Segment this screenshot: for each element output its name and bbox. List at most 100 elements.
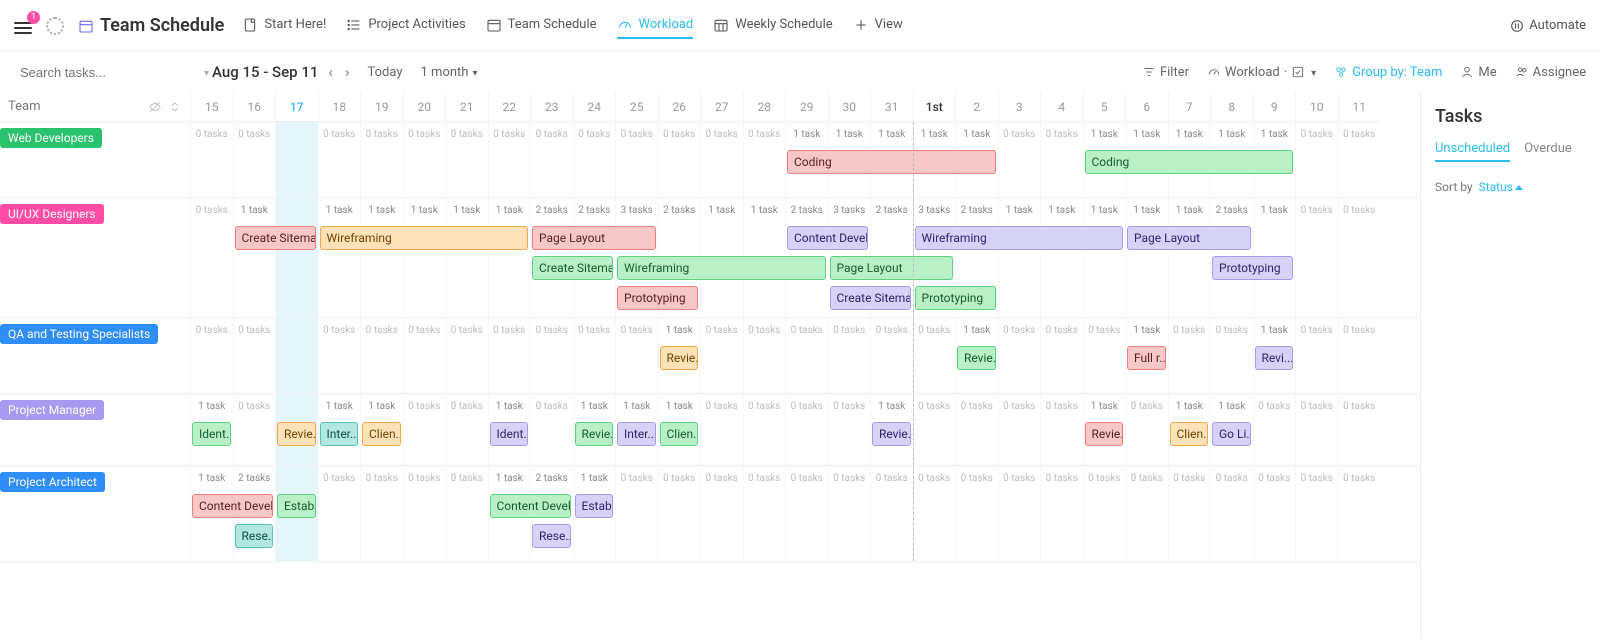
task-bar[interactable]: Revie...: [277, 422, 316, 446]
team-chip[interactable]: UI/UX Designers: [0, 204, 104, 224]
group-by-button[interactable]: Group by: Team: [1334, 65, 1442, 80]
task-bar[interactable]: Wireframing: [617, 256, 826, 280]
task-bar[interactable]: Ident...: [490, 422, 529, 446]
sort-key[interactable]: Status: [1479, 180, 1523, 194]
menu-icon[interactable]: [14, 19, 32, 33]
tab-weekly-schedule[interactable]: Weekly Schedule: [713, 13, 832, 39]
team-chip[interactable]: QA and Testing Specialists: [0, 324, 158, 344]
day-header[interactable]: 24: [573, 92, 616, 122]
day-header[interactable]: 25: [615, 92, 658, 122]
filter-button[interactable]: Filter: [1142, 65, 1189, 80]
panel-tab-unscheduled[interactable]: Unscheduled: [1435, 141, 1510, 162]
task-bar[interactable]: Clien...: [362, 422, 401, 446]
tab-start-here-[interactable]: Start Here!: [242, 13, 326, 39]
day-header[interactable]: 15: [190, 92, 233, 122]
day-header[interactable]: 16: [233, 92, 276, 122]
day-header[interactable]: 9: [1253, 92, 1296, 122]
day-header[interactable]: 26: [658, 92, 701, 122]
task-bar[interactable]: Create Sitemap: [532, 256, 613, 280]
me-button[interactable]: Me: [1460, 65, 1496, 80]
task-bar[interactable]: Rese...: [235, 524, 274, 548]
task-bar[interactable]: Prototyping: [1212, 256, 1293, 280]
day-header[interactable]: 29: [785, 92, 828, 122]
user-icon: [1460, 65, 1474, 79]
task-bar[interactable]: Rese...: [532, 524, 571, 548]
panel-tab-overdue[interactable]: Overdue: [1524, 141, 1572, 162]
count-cell: 0 tasks: [785, 466, 828, 490]
task-bar[interactable]: Go Li...: [1212, 422, 1251, 446]
day-header[interactable]: 21: [445, 92, 488, 122]
team-chip[interactable]: Project Architect: [0, 472, 105, 492]
task-bar[interactable]: Revie...: [660, 346, 699, 370]
search-input[interactable]: [20, 65, 196, 80]
task-bar[interactable]: Wireframing: [320, 226, 529, 250]
task-bar[interactable]: Coding: [1085, 150, 1294, 174]
eye-off-icon[interactable]: [148, 100, 162, 114]
day-header[interactable]: 2: [955, 92, 998, 122]
sort-row[interactable]: Sort by Status: [1435, 180, 1586, 194]
day-header[interactable]: 1st: [913, 92, 956, 122]
task-bar[interactable]: Content Devel...: [490, 494, 571, 518]
task-bar[interactable]: Coding: [787, 150, 996, 174]
day-header[interactable]: 20: [403, 92, 446, 122]
task-bar[interactable]: Full r...: [1127, 346, 1166, 370]
day-header[interactable]: 6: [1125, 92, 1168, 122]
task-bar[interactable]: Prototyping: [915, 286, 996, 310]
day-header[interactable]: 18: [318, 92, 361, 122]
workload-button[interactable]: Workload ·: [1207, 65, 1316, 80]
task-bar[interactable]: Ident...: [192, 422, 231, 446]
tab-workload[interactable]: Workload: [617, 13, 694, 39]
task-bar[interactable]: Content Devel...: [192, 494, 273, 518]
tab-view[interactable]: View: [853, 13, 903, 39]
workload-grid[interactable]: Team 15161718192021222324252627282930311…: [0, 92, 1420, 639]
task-bar[interactable]: Page Layout: [830, 256, 954, 280]
prev-button[interactable]: ‹: [328, 63, 333, 81]
task-bar[interactable]: Wireframing: [915, 226, 1124, 250]
day-header[interactable]: 3: [998, 92, 1041, 122]
day-header[interactable]: 17: [275, 92, 318, 122]
task-bar[interactable]: Revie...: [575, 422, 614, 446]
task-bar[interactable]: Revi...: [1255, 346, 1294, 370]
task-bar[interactable]: Create Sitemap: [830, 286, 911, 310]
day-header[interactable]: 30: [828, 92, 871, 122]
day-header[interactable]: 31: [870, 92, 913, 122]
count-cell: 1 task: [573, 394, 616, 418]
period-select[interactable]: 1 month: [421, 65, 478, 80]
team-chip[interactable]: Project Manager: [0, 400, 104, 420]
task-bar[interactable]: Inter...: [617, 422, 656, 446]
task-bar[interactable]: Revie...: [957, 346, 996, 370]
tab-project-activities[interactable]: Project Activities: [346, 13, 465, 39]
assignee-button[interactable]: Assignee: [1515, 65, 1586, 80]
task-bar[interactable]: Page Layout: [532, 226, 656, 250]
day-header[interactable]: 5: [1083, 92, 1126, 122]
search-box[interactable]: [14, 65, 194, 80]
task-bar[interactable]: Create Sitemap: [235, 226, 316, 250]
task-bar[interactable]: Estab...: [277, 494, 316, 518]
task-bar[interactable]: Inter...: [320, 422, 359, 446]
day-header[interactable]: 7: [1168, 92, 1211, 122]
day-header[interactable]: 8: [1210, 92, 1253, 122]
task-bar[interactable]: Content Devel...: [787, 226, 868, 250]
today-button[interactable]: Today: [368, 65, 403, 80]
day-header[interactable]: 27: [700, 92, 743, 122]
task-bar[interactable]: Prototyping: [617, 286, 698, 310]
tab-team-schedule[interactable]: Team Schedule: [486, 13, 597, 39]
team-chip[interactable]: Web Developers: [0, 128, 102, 148]
task-bar[interactable]: Revie...: [872, 422, 911, 446]
day-header[interactable]: 10: [1295, 92, 1338, 122]
day-header[interactable]: 28: [743, 92, 786, 122]
search-chevron-icon[interactable]: [202, 65, 209, 80]
day-header[interactable]: 11: [1338, 92, 1381, 122]
automate-button[interactable]: Automate: [1509, 18, 1586, 34]
task-bar[interactable]: Estab...: [575, 494, 614, 518]
collapse-icon[interactable]: [168, 100, 182, 114]
day-header[interactable]: 23: [530, 92, 573, 122]
day-header[interactable]: 19: [360, 92, 403, 122]
task-bar[interactable]: Clien...: [660, 422, 699, 446]
day-header[interactable]: 4: [1040, 92, 1083, 122]
task-bar[interactable]: Clien...: [1170, 422, 1209, 446]
next-button[interactable]: ›: [345, 63, 350, 81]
task-bar[interactable]: Page Layout: [1127, 226, 1251, 250]
task-bar[interactable]: Revie...: [1085, 422, 1124, 446]
day-header[interactable]: 22: [488, 92, 531, 122]
